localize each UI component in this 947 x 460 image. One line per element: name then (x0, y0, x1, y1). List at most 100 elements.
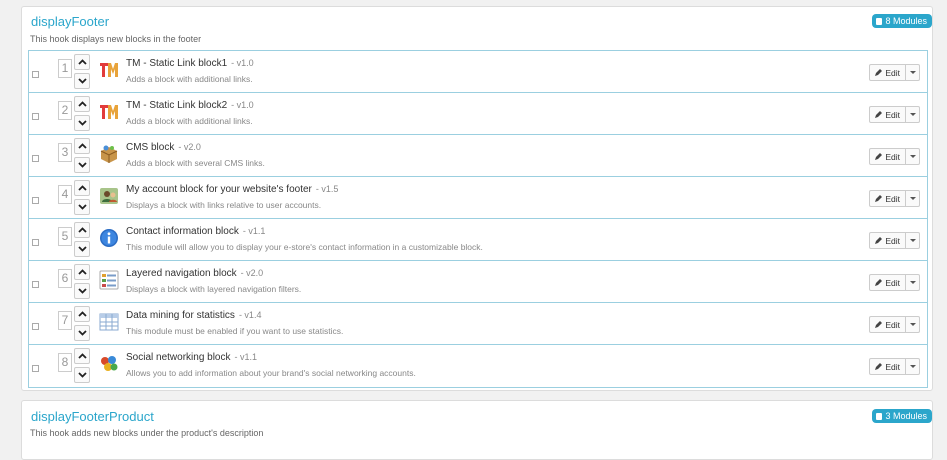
module-checkbox[interactable] (32, 281, 39, 288)
caret-down-icon (909, 155, 916, 158)
social-icon (99, 354, 119, 374)
move-controls (74, 138, 92, 174)
module-actions: Edit (869, 190, 920, 207)
actions-dropdown-button[interactable] (906, 64, 920, 81)
move-up-button[interactable] (74, 222, 90, 238)
module-version: - v1.0 (231, 100, 254, 110)
module-version: - v1.4 (238, 310, 262, 320)
module-name-text: Layered navigation block (126, 268, 237, 279)
pencil-icon (874, 152, 883, 161)
caret-down-icon (909, 281, 916, 284)
module-name: Data mining for statistics - v1.4 (126, 310, 261, 321)
move-controls (74, 54, 92, 90)
edit-button[interactable]: Edit (869, 106, 906, 123)
pencil-icon (874, 362, 883, 371)
module-checkbox[interactable] (32, 197, 39, 204)
module-name: Layered navigation block - v2.0 (126, 268, 263, 279)
move-down-button[interactable] (74, 241, 90, 257)
move-up-button[interactable] (74, 306, 90, 322)
module-name: My account block for your website's foot… (126, 184, 338, 195)
move-up-button[interactable] (74, 54, 90, 70)
chevron-down-icon (77, 288, 87, 294)
edit-button[interactable]: Edit (869, 64, 906, 81)
move-up-button[interactable] (74, 180, 90, 196)
chevron-down-icon (77, 330, 87, 336)
module-actions: Edit (869, 64, 920, 81)
move-controls (74, 348, 92, 384)
module-actions: Edit (869, 232, 920, 249)
actions-dropdown-button[interactable] (906, 106, 920, 123)
module-name: Social networking block - v1.1 (126, 352, 257, 363)
module-position: 4 (58, 185, 72, 204)
module-version: - v1.0 (231, 58, 254, 68)
module-version: - v1.1 (234, 352, 258, 362)
module-actions: Edit (869, 358, 920, 375)
actions-dropdown-button[interactable] (906, 190, 920, 207)
move-down-button[interactable] (74, 73, 90, 89)
hook-panel-displayFooterProduct: displayFooterProduct This hook adds new … (21, 400, 933, 460)
hook-description: This hook adds new blocks under the prod… (30, 428, 264, 438)
module-name-text: CMS block (126, 142, 175, 153)
module-row: 3 CMS block - v2.0 Adds a block with severa… (29, 135, 927, 177)
module-checkbox[interactable] (32, 365, 39, 372)
hook-title: displayFooterProduct (31, 409, 154, 424)
move-controls (74, 264, 92, 300)
module-count-label: 8 Modules (885, 16, 927, 26)
chevron-down-icon (77, 78, 87, 84)
move-down-button[interactable] (74, 325, 90, 341)
move-down-button[interactable] (74, 157, 90, 173)
move-down-button[interactable] (74, 367, 90, 383)
module-count-label: 3 Modules (885, 411, 927, 421)
move-controls (74, 306, 92, 342)
edit-label: Edit (885, 235, 900, 246)
pencil-icon (874, 278, 883, 287)
chevron-up-icon (77, 59, 87, 65)
module-checkbox[interactable] (32, 113, 39, 120)
hook-description: This hook displays new blocks in the foo… (30, 34, 202, 44)
module-position: 6 (58, 269, 72, 288)
info-icon (99, 228, 119, 248)
caret-down-icon (909, 239, 916, 242)
move-down-button[interactable] (74, 283, 90, 299)
hook-title: displayFooter (31, 14, 110, 29)
module-position: 8 (58, 353, 72, 372)
actions-dropdown-button[interactable] (906, 358, 920, 375)
pencil-icon (874, 194, 883, 203)
move-down-button[interactable] (74, 115, 90, 131)
edit-button[interactable]: Edit (869, 148, 906, 165)
module-row: 8 Social networking block - v1.1 Allows you… (29, 345, 927, 387)
module-checkbox[interactable] (32, 239, 39, 246)
edit-label: Edit (885, 319, 900, 330)
module-count-badge: 3 Modules (872, 409, 932, 423)
module-name-text: Data mining for statistics (126, 310, 235, 321)
module-checkbox[interactable] (32, 323, 39, 330)
pencil-icon (874, 320, 883, 329)
module-version: - v2.0 (240, 268, 264, 278)
edit-button[interactable]: Edit (869, 190, 906, 207)
edit-button[interactable]: Edit (869, 232, 906, 249)
edit-button[interactable]: Edit (869, 316, 906, 333)
module-checkbox[interactable] (32, 155, 39, 162)
module-position: 7 (58, 311, 72, 330)
move-up-button[interactable] (74, 348, 90, 364)
module-name-text: TM - Static Link block2 (126, 100, 228, 111)
move-up-button[interactable] (74, 96, 90, 112)
move-down-button[interactable] (74, 199, 90, 215)
module-checkbox[interactable] (32, 71, 39, 78)
move-up-button[interactable] (74, 138, 90, 154)
edit-button[interactable]: Edit (869, 358, 906, 375)
module-description: Adds a block with several CMS links. (126, 158, 265, 168)
actions-dropdown-button[interactable] (906, 148, 920, 165)
actions-dropdown-button[interactable] (906, 316, 920, 333)
move-up-button[interactable] (74, 264, 90, 280)
pencil-icon (874, 68, 883, 77)
module-row: 5 Contact information block - v1.1 This mod… (29, 219, 927, 261)
edit-button[interactable]: Edit (869, 274, 906, 291)
actions-dropdown-button[interactable] (906, 274, 920, 291)
caret-down-icon (909, 113, 916, 116)
chevron-up-icon (77, 269, 87, 275)
actions-dropdown-button[interactable] (906, 232, 920, 249)
move-controls (74, 180, 92, 216)
module-row: 7 Data mining for statistics - v1.4 This mo… (29, 303, 927, 345)
caret-down-icon (909, 365, 916, 368)
